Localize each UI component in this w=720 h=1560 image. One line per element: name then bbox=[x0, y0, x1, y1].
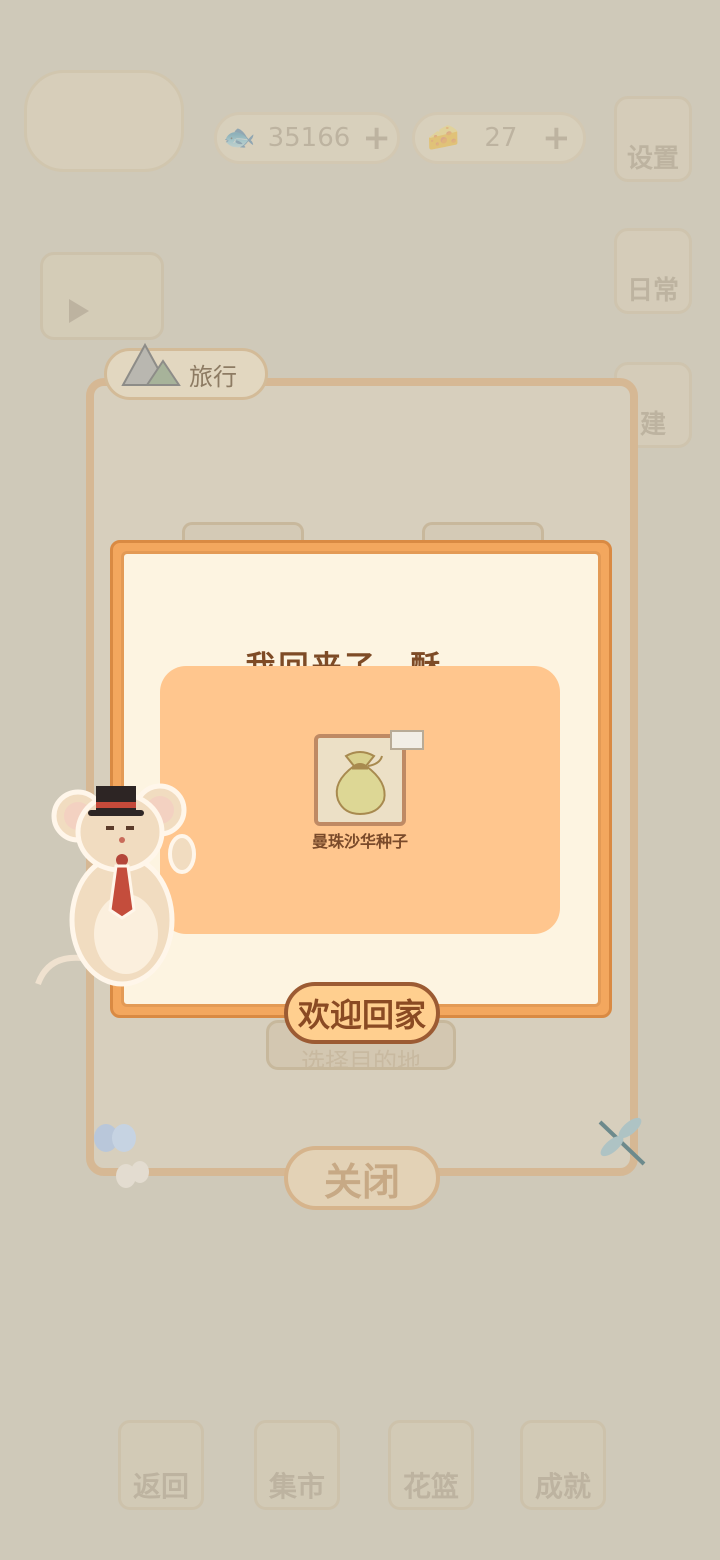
mountain-icon bbox=[121, 342, 181, 386]
travel-tab: 旅行 bbox=[104, 342, 268, 400]
add-cheese-icon[interactable]: + bbox=[542, 118, 571, 158]
nav-back[interactable]: 返回 bbox=[118, 1420, 204, 1510]
seed-bag-icon bbox=[335, 751, 386, 816]
cheese-count: 27 bbox=[484, 123, 518, 153]
nav-achievement[interactable]: 成就 bbox=[520, 1420, 606, 1510]
add-fish-icon[interactable]: + bbox=[362, 118, 391, 158]
nav-basket-label: 花篮 bbox=[402, 1470, 459, 1503]
welcome-home-button[interactable]: 欢迎回家 bbox=[284, 982, 440, 1044]
fish-icon: 🐟 bbox=[223, 123, 256, 153]
reward-item-card[interactable] bbox=[314, 730, 424, 826]
home-avatar[interactable] bbox=[24, 70, 184, 172]
daily-label: 日常 bbox=[626, 276, 679, 306]
nav-market[interactable]: 集市 bbox=[254, 1420, 340, 1510]
nav-market-label: 集市 bbox=[268, 1470, 325, 1503]
nav-basket[interactable]: 花篮 bbox=[388, 1420, 474, 1510]
settings-button[interactable]: 设置 bbox=[614, 96, 692, 182]
video-reward-button[interactable] bbox=[40, 252, 164, 340]
cheese-currency[interactable]: 🧀 27 + bbox=[412, 112, 586, 164]
daily-button[interactable]: 日常 bbox=[614, 228, 692, 314]
play-icon bbox=[69, 299, 89, 323]
build-label: 建 bbox=[639, 410, 666, 440]
fish-count: 35166 bbox=[267, 123, 351, 153]
nav-achievement-label: 成就 bbox=[534, 1470, 591, 1503]
close-button[interactable]: 关闭 bbox=[284, 1146, 440, 1210]
mouse-character bbox=[35, 783, 196, 987]
travel-tab-label: 旅行 bbox=[189, 362, 237, 391]
close-label: 关闭 bbox=[323, 1159, 400, 1204]
dragonfly-icon bbox=[598, 1117, 646, 1166]
settings-label: 设置 bbox=[626, 144, 679, 174]
nav-back-label: 返回 bbox=[132, 1470, 189, 1503]
butterfly-icon bbox=[94, 1124, 149, 1188]
welcome-home-label: 欢迎回家 bbox=[297, 996, 426, 1034]
select-destination-label: 选择目的地 bbox=[301, 1048, 421, 1070]
item-tag-icon bbox=[390, 730, 424, 750]
cheese-icon: 🧀 bbox=[427, 123, 460, 153]
reward-item-name: 曼珠沙华种子 bbox=[311, 832, 408, 851]
fish-currency[interactable]: 🐟 35166 + bbox=[214, 112, 400, 164]
